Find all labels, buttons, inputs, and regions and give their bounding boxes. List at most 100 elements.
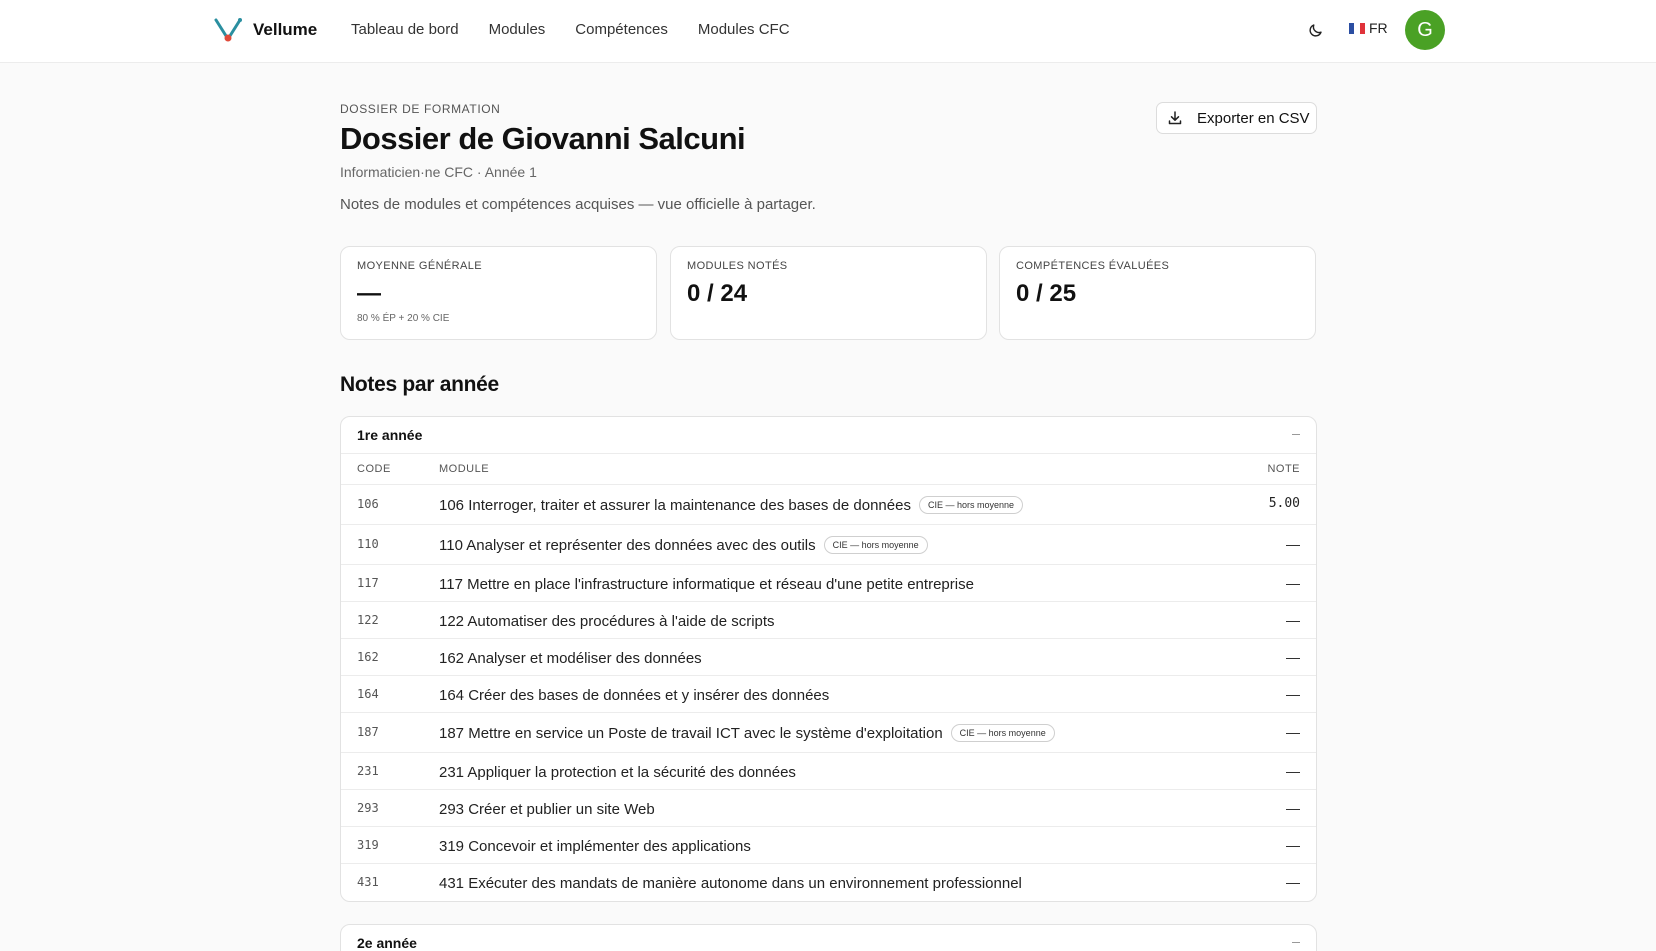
- module-name: 319 Concevoir et implémenter des applica…: [439, 837, 751, 855]
- stat-label: MOYENNE GÉNÉRALE: [357, 260, 482, 272]
- table-row[interactable]: 164 164 Créer des bases de données et y i…: [341, 676, 1316, 713]
- brand[interactable]: Vellume: [213, 16, 317, 44]
- table-row[interactable]: 162 162 Analyser et modéliser des données…: [341, 639, 1316, 676]
- module-code: 106: [357, 497, 379, 511]
- nav-modules[interactable]: Modules: [489, 19, 546, 41]
- module-note: —: [1286, 800, 1300, 816]
- module-cell: 164 Créer des bases de données et y insé…: [439, 685, 829, 705]
- module-note: —: [1286, 874, 1300, 890]
- year-header[interactable]: 2e année: [341, 925, 1316, 951]
- section-title: Notes par année: [340, 373, 499, 396]
- table-row[interactable]: 293 293 Créer et publier un site Web —: [341, 790, 1316, 827]
- nav-dashboard[interactable]: Tableau de bord: [351, 19, 459, 41]
- module-code: 187: [357, 725, 379, 739]
- module-note: —: [1286, 612, 1300, 628]
- page-subtitle: Informaticien·ne CFC · Année 1: [340, 164, 537, 180]
- module-note: —: [1286, 536, 1300, 552]
- stat-value: —: [357, 280, 381, 307]
- module-code: 122: [357, 613, 379, 627]
- module-note: 5.00: [1268, 496, 1300, 511]
- module-code: 319: [357, 838, 379, 852]
- year-card-1: 1re année CODE MODULE NOTE 106 106 Interr…: [340, 416, 1317, 902]
- module-note: —: [1286, 837, 1300, 853]
- table-row[interactable]: 231 231 Appliquer la protection et la séc…: [341, 753, 1316, 790]
- stat-label: MODULES NOTÉS: [687, 260, 788, 272]
- module-cell: 110 Analyser et représenter des données …: [439, 535, 928, 555]
- vellume-logo-icon: [214, 18, 242, 42]
- theme-toggle-button[interactable]: [1304, 18, 1328, 42]
- module-cell: 117 Mettre en place l'infrastructure inf…: [439, 574, 974, 594]
- year-card-2: 2e année: [340, 924, 1317, 951]
- year-header[interactable]: 1re année: [341, 417, 1316, 454]
- download-icon: [1168, 111, 1182, 125]
- stat-value: 0 / 25: [1016, 280, 1077, 307]
- module-cell: 231 Appliquer la protection et la sécuri…: [439, 762, 796, 782]
- module-cell: 187 Mettre en service un Poste de travai…: [439, 723, 1055, 743]
- module-name: 106 Interroger, traiter et assurer la ma…: [439, 496, 911, 514]
- collapse-icon[interactable]: [1292, 942, 1300, 943]
- column-header-code: CODE: [357, 463, 391, 475]
- table-row[interactable]: 117 117 Mettre en place l'infrastructure …: [341, 565, 1316, 602]
- stat-card-competences: COMPÉTENCES ÉVALUÉES 0 / 25: [999, 246, 1316, 340]
- collapse-icon[interactable]: [1292, 434, 1300, 435]
- module-note: —: [1286, 649, 1300, 665]
- column-header-note: NOTE: [1267, 463, 1300, 475]
- module-note: —: [1286, 724, 1300, 740]
- module-name: 122 Automatiser des procédures à l'aide …: [439, 612, 775, 630]
- table-body: 106 106 Interroger, traiter et assurer la…: [341, 485, 1316, 901]
- module-note: —: [1286, 686, 1300, 702]
- module-cell: 431 Exécuter des mandats de manière auto…: [439, 873, 1022, 893]
- france-flag-icon: [1349, 22, 1365, 34]
- table-row[interactable]: 110 110 Analyser et représenter des donné…: [341, 525, 1316, 565]
- table-row[interactable]: 431 431 Exécuter des mandats de manière a…: [341, 864, 1316, 901]
- nav-competences[interactable]: Compétences: [575, 19, 668, 41]
- column-header-module: MODULE: [439, 463, 490, 475]
- stat-label: COMPÉTENCES ÉVALUÉES: [1016, 260, 1170, 272]
- page-description: Notes de modules et compétences acquises…: [340, 196, 816, 213]
- main-nav: Tableau de bord Modules Compétences Modu…: [351, 19, 820, 41]
- export-csv-label: Exporter en CSV: [1197, 109, 1310, 127]
- module-name: 231 Appliquer la protection et la sécuri…: [439, 763, 796, 781]
- cie-badge: CIE — hors moyenne: [823, 536, 928, 554]
- module-code: 293: [357, 801, 379, 815]
- module-cell: 122 Automatiser des procédures à l'aide …: [439, 611, 775, 631]
- table-row[interactable]: 106 106 Interroger, traiter et assurer la…: [341, 485, 1316, 525]
- table-row[interactable]: 122 122 Automatiser des procédures à l'ai…: [341, 602, 1316, 639]
- table-row[interactable]: 187 187 Mettre en service un Poste de tra…: [341, 713, 1316, 753]
- page-eyebrow: DOSSIER DE FORMATION: [340, 102, 501, 116]
- module-code: 164: [357, 687, 379, 701]
- stat-card-average: MOYENNE GÉNÉRALE — 80 % ÉP + 20 % CIE: [340, 246, 657, 340]
- module-name: 293 Créer et publier un site Web: [439, 800, 655, 818]
- cie-badge: CIE — hors moyenne: [950, 724, 1055, 742]
- module-note: —: [1286, 763, 1300, 779]
- module-code: 431: [357, 875, 379, 889]
- table-header: CODE MODULE NOTE: [341, 454, 1316, 485]
- module-cell: 319 Concevoir et implémenter des applica…: [439, 836, 751, 856]
- stat-note: 80 % ÉP + 20 % CIE: [357, 313, 450, 324]
- top-navigation-bar: Vellume Tableau de bord Modules Compéten…: [0, 0, 1656, 63]
- module-name: 431 Exécuter des mandats de manière auto…: [439, 874, 1022, 892]
- user-avatar[interactable]: G: [1405, 10, 1445, 50]
- module-name: 164 Créer des bases de données et y insé…: [439, 686, 830, 704]
- brand-name: Vellume: [253, 20, 318, 39]
- language-selector[interactable]: FR: [1349, 20, 1388, 36]
- module-cell: 106 Interroger, traiter et assurer la ma…: [439, 495, 1024, 515]
- nav-modules-cfc[interactable]: Modules CFC: [698, 19, 790, 41]
- module-code: 110: [357, 537, 379, 551]
- module-name: 117 Mettre en place l'infrastructure inf…: [439, 575, 974, 593]
- year-title: 1re année: [357, 427, 423, 443]
- module-code: 117: [357, 576, 379, 590]
- module-cell: 293 Créer et publier un site Web: [439, 799, 655, 819]
- module-name: 162 Analyser et modéliser des données: [439, 649, 702, 667]
- moon-icon: [1309, 24, 1322, 37]
- module-code: 162: [357, 650, 379, 664]
- stat-value: 0 / 24: [687, 280, 748, 307]
- page-title: Dossier de Giovanni Salcuni: [340, 121, 746, 156]
- module-note: —: [1286, 575, 1300, 591]
- language-label: FR: [1369, 20, 1388, 36]
- module-name: 187 Mettre en service un Poste de travai…: [439, 724, 943, 742]
- cie-badge: CIE — hors moyenne: [918, 496, 1024, 514]
- export-csv-button[interactable]: Exporter en CSV: [1156, 102, 1317, 134]
- table-row[interactable]: 319 319 Concevoir et implémenter des appl…: [341, 827, 1316, 864]
- module-name: 110 Analyser et représenter des données …: [439, 536, 816, 554]
